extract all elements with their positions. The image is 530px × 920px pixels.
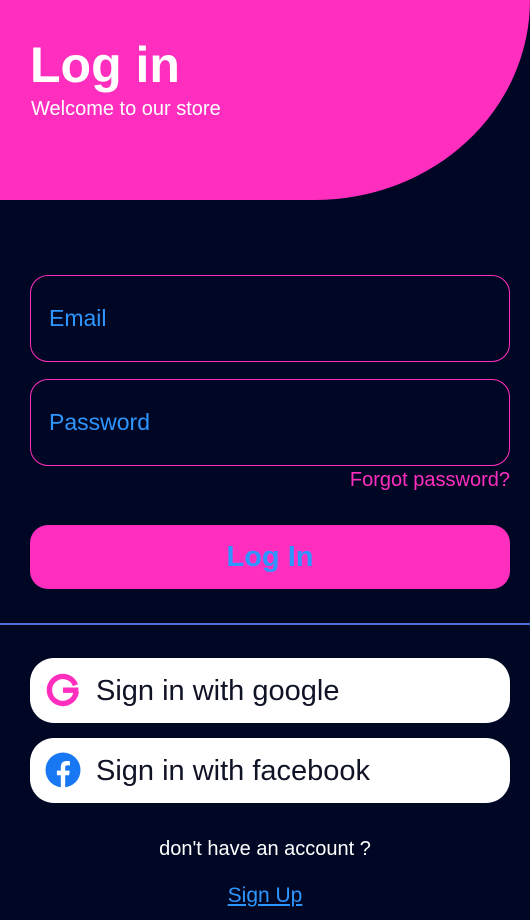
signup-prompt: don't have an account ? [159,838,371,860]
forgot-password-link[interactable]: Forgot password? [350,467,510,493]
login-button[interactable]: Log In [30,525,510,589]
google-signin-button[interactable]: Sign in with google [30,658,510,723]
facebook-signin-label: Sign in with facebook [96,755,371,787]
page-title: Log in [30,37,180,93]
facebook-signin-button[interactable]: Sign in with facebook [30,738,510,803]
email-field[interactable] [30,275,510,362]
header-banner: Log in Welcome to our store [0,0,530,200]
google-icon [46,673,79,707]
password-field[interactable] [30,379,510,466]
page-subtitle: Welcome to our store [31,98,221,120]
divider [0,623,530,625]
facebook-icon [45,752,81,788]
signup-link[interactable]: Sign Up [0,883,530,909]
google-signin-label: Sign in with google [96,675,340,707]
